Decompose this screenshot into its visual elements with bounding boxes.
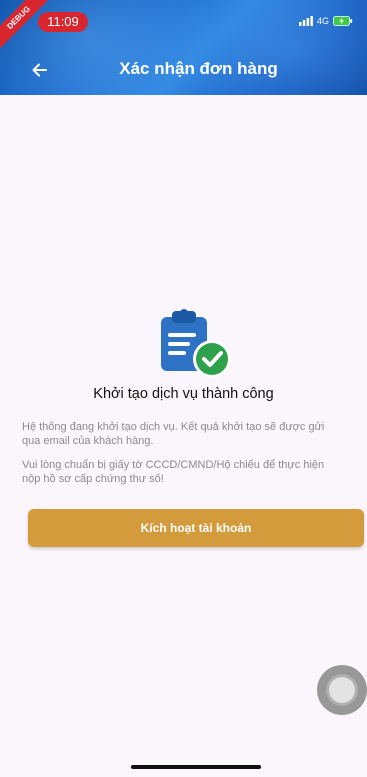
- battery-charging-icon: [333, 16, 353, 26]
- activate-account-button[interactable]: Kích hoạt tài khoản: [28, 509, 364, 547]
- service-init-message-line-1: Hệ thống đang khởi tạo dịch vụ. Kết quả …: [22, 421, 325, 433]
- assistive-touch-button[interactable]: [317, 665, 367, 715]
- service-init-message-line-2: qua email của khách hàng.: [22, 435, 154, 447]
- status-indicators: 4G: [298, 16, 353, 26]
- app-header: DEBUG 11:09 4G Xác nhận đơn hàng: [0, 0, 367, 95]
- network-type: 4G: [316, 16, 329, 26]
- order-confirmation-screen: DEBUG 11:09 4G Xác nhận đơn hàng Khởi tạ…: [0, 0, 367, 777]
- home-indicator[interactable]: [131, 765, 261, 769]
- assistive-touch-icon: [329, 677, 355, 703]
- page-title: Xác nhận đơn hàng: [119, 59, 278, 78]
- signal-icon: [298, 16, 313, 26]
- document-prep-message: Vui lòng chuẩn bị giấy tờ CCCD/CMND/Hộ c…: [22, 458, 367, 486]
- clipboard-check-icon: [161, 309, 231, 378]
- document-prep-message-line-1: Vui lòng chuẩn bị giấy tờ CCCD/CMND/Hộ c…: [22, 459, 325, 471]
- service-init-message: Hệ thống đang khởi tạo dịch vụ. Kết quả …: [22, 420, 367, 448]
- document-prep-message-line-2: nộp hồ sơ cấp chứng thư số!: [22, 473, 164, 485]
- status-time: 11:09: [38, 12, 88, 32]
- success-title: Khởi tạo dịch vụ thành công: [93, 386, 274, 402]
